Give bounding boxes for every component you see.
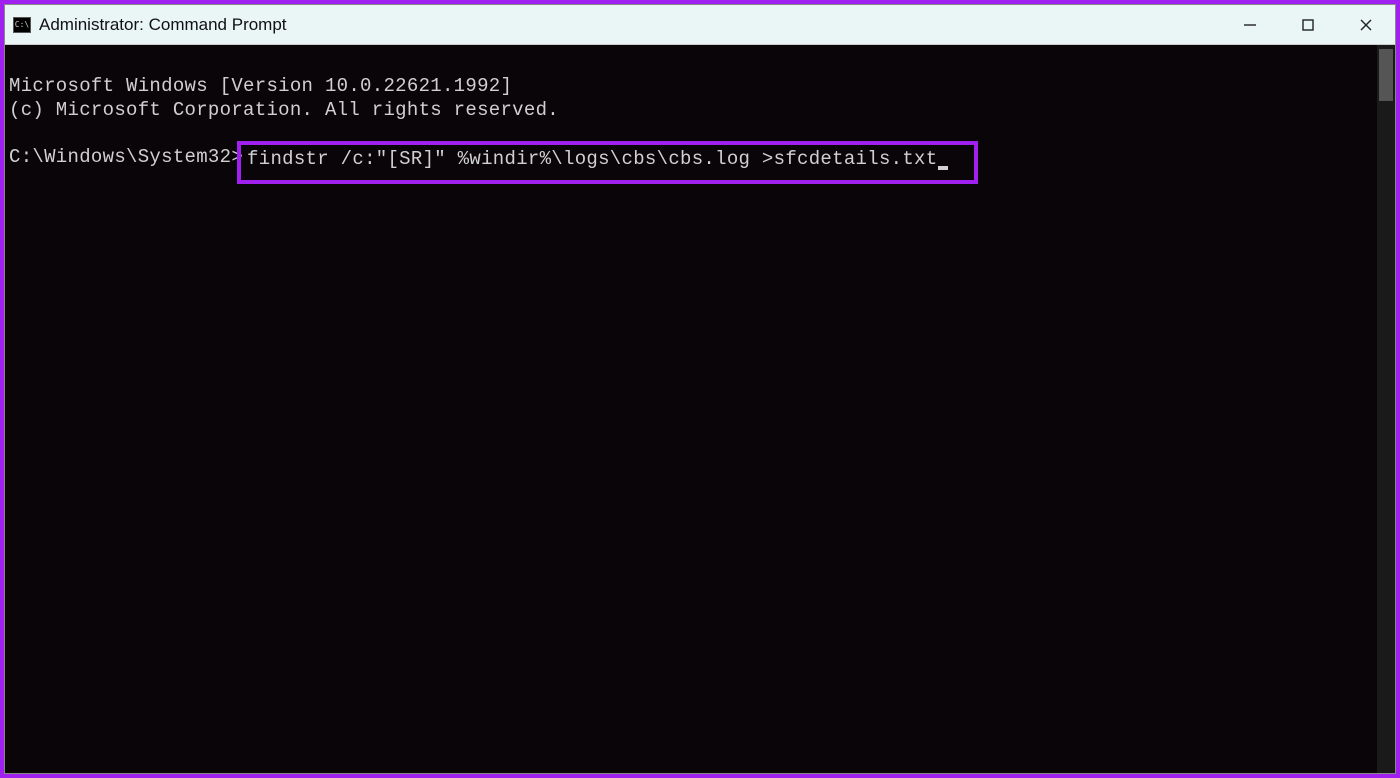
close-button[interactable] bbox=[1337, 5, 1395, 44]
text-cursor bbox=[938, 166, 948, 170]
vertical-scrollbar[interactable] bbox=[1377, 45, 1395, 773]
minimize-icon bbox=[1243, 18, 1257, 32]
terminal-area[interactable]: Microsoft Windows [Version 10.0.22621.19… bbox=[5, 45, 1395, 773]
close-icon bbox=[1359, 18, 1373, 32]
cmd-icon: C:\ bbox=[13, 17, 31, 33]
terminal-content: Microsoft Windows [Version 10.0.22621.19… bbox=[5, 45, 1395, 233]
prompt-line: C:\Windows\System32>findstr /c:"[SR]" %w… bbox=[9, 145, 1395, 184]
window-controls bbox=[1221, 5, 1395, 44]
scrollbar-thumb[interactable] bbox=[1379, 49, 1393, 101]
prompt-path: C:\Windows\System32> bbox=[9, 145, 243, 170]
command-prompt-window: C:\ Administrator: Command Prompt Micros… bbox=[4, 4, 1396, 774]
command-text: findstr /c:"[SR]" %windir%\logs\cbs\cbs.… bbox=[247, 148, 937, 170]
terminal-line-version: Microsoft Windows [Version 10.0.22621.19… bbox=[9, 75, 512, 97]
terminal-line-copyright: (c) Microsoft Corporation. All rights re… bbox=[9, 99, 559, 121]
cmd-icon-text: C:\ bbox=[15, 21, 29, 29]
window-title: Administrator: Command Prompt bbox=[39, 15, 287, 35]
maximize-icon bbox=[1301, 18, 1315, 32]
minimize-button[interactable] bbox=[1221, 5, 1279, 44]
titlebar-left: C:\ Administrator: Command Prompt bbox=[13, 15, 287, 35]
maximize-button[interactable] bbox=[1279, 5, 1337, 44]
command-highlight-box: findstr /c:"[SR]" %windir%\logs\cbs\cbs.… bbox=[237, 141, 978, 184]
titlebar[interactable]: C:\ Administrator: Command Prompt bbox=[5, 5, 1395, 45]
